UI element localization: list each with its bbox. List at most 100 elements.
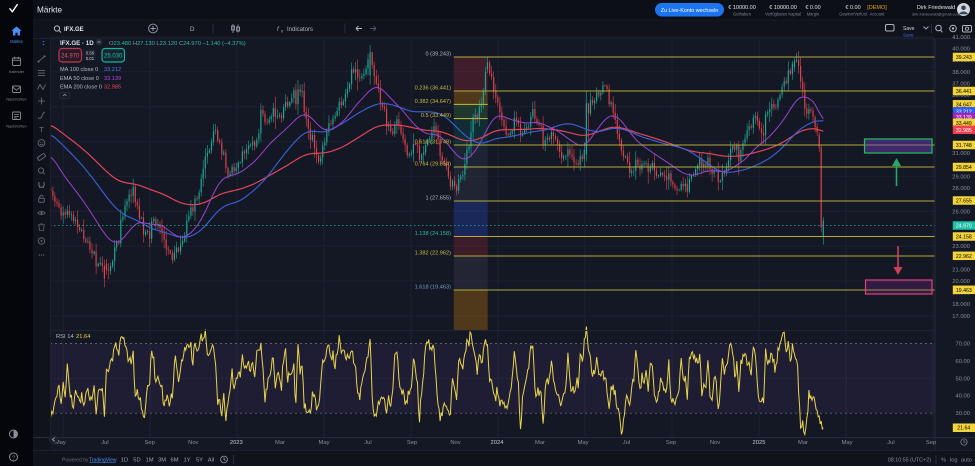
svg-text:1M: 1M — [145, 458, 153, 464]
svg-text:0.236 (36.441): 0.236 (36.441) — [415, 86, 452, 92]
svg-text:33.212: 33.212 — [104, 67, 121, 73]
svg-text:24.158: 24.158 — [956, 235, 972, 241]
svg-text:24.970: 24.970 — [956, 224, 972, 230]
svg-text:5D: 5D — [133, 458, 140, 464]
svg-text:30.00: 30.00 — [955, 411, 970, 417]
svg-text:All: All — [208, 458, 214, 464]
svg-text:Nachrichten: Nachrichten — [6, 98, 26, 102]
svg-text:32.985: 32.985 — [104, 85, 121, 91]
svg-text:Sep: Sep — [926, 440, 936, 446]
svg-text:Powered by: Powered by — [62, 458, 89, 464]
svg-text:24.970: 24.970 — [61, 54, 80, 60]
svg-text:0.01: 0.01 — [86, 56, 95, 61]
svg-text:39.243: 39.243 — [956, 55, 972, 61]
svg-text:1.618 (19.463): 1.618 (19.463) — [415, 285, 452, 291]
svg-text:auto: auto — [961, 458, 972, 464]
svg-text:18.000: 18.000 — [952, 302, 970, 308]
svg-text:Nov: Nov — [450, 440, 460, 446]
svg-text:2025: 2025 — [753, 440, 766, 446]
svg-text:50.00: 50.00 — [955, 376, 970, 382]
svg-text:Dirk Friedewald: Dirk Friedewald — [917, 5, 955, 11]
svg-text:0 (39.243): 0 (39.243) — [426, 52, 452, 58]
svg-text:Kalender: Kalender — [9, 70, 25, 74]
svg-text:Verfügbares Kapital: Verfügbares Kapital — [765, 12, 801, 17]
svg-text:17.000: 17.000 — [952, 314, 970, 320]
svg-text:May: May — [578, 440, 589, 446]
svg-text:Mar: Mar — [798, 440, 808, 446]
svg-text:22.962: 22.962 — [956, 254, 972, 260]
svg-text:€ 0.00: € 0.00 — [845, 5, 860, 11]
svg-text:€ 0.00: € 0.00 — [805, 5, 820, 11]
svg-text:Margin: Margin — [807, 12, 820, 17]
svg-text:Sep: Sep — [145, 440, 155, 446]
svg-text:IFX.GE: IFX.GE — [64, 27, 84, 33]
svg-text:19.463: 19.463 — [956, 288, 972, 294]
svg-text:Nachrichten: Nachrichten — [6, 125, 26, 129]
svg-text:3M: 3M — [158, 458, 166, 464]
svg-text:27.655: 27.655 — [956, 199, 972, 205]
svg-text:0.5 (33.449): 0.5 (33.449) — [421, 113, 451, 119]
svg-text:0.56: 0.56 — [86, 51, 95, 56]
svg-text:2024: 2024 — [491, 440, 505, 446]
svg-text:May: May — [319, 440, 330, 446]
svg-text:1.138 (24.158): 1.138 (24.158) — [415, 231, 452, 237]
svg-text:?: ? — [12, 456, 15, 462]
svg-text:T: T — [39, 125, 44, 134]
svg-text:23.000: 23.000 — [952, 244, 970, 250]
svg-text:€ 10000.00: € 10000.00 — [728, 5, 756, 11]
svg-text:Nov: Nov — [710, 440, 720, 446]
svg-text:0.382 (34.647): 0.382 (34.647) — [415, 99, 452, 105]
svg-text:6M: 6M — [170, 458, 178, 464]
svg-text:Guthaben: Guthaben — [733, 12, 752, 17]
svg-text:40.00: 40.00 — [955, 394, 970, 400]
svg-text:0.618 (31.748): 0.618 (31.748) — [415, 140, 452, 146]
svg-text:Gewinn/Verlust: Gewinn/Verlust — [839, 12, 867, 17]
svg-text:IFX.GE · 1D: IFX.GE · 1D — [60, 40, 94, 47]
svg-text:Save: Save — [903, 26, 915, 32]
svg-text:1Y: 1Y — [183, 458, 190, 464]
svg-text:log: log — [950, 458, 957, 464]
svg-text:08:10:55 (UTC+2): 08:10:55 (UTC+2) — [888, 458, 932, 464]
svg-text:dirk.friedewald@gmail.com: dirk.friedewald@gmail.com — [912, 12, 961, 17]
svg-text:38.000: 38.000 — [952, 70, 970, 76]
svg-text:29.000: 29.000 — [952, 174, 970, 180]
svg-text:2023: 2023 — [230, 440, 243, 446]
svg-text:21.64: 21.64 — [957, 426, 970, 432]
svg-text:RSI 14: RSI 14 — [56, 334, 74, 340]
svg-text:EMA 50 close 0: EMA 50 close 0 — [60, 76, 99, 82]
svg-text:Indicators: Indicators — [287, 27, 313, 33]
svg-text:28.000: 28.000 — [952, 186, 970, 192]
svg-text:5Y: 5Y — [196, 458, 203, 464]
svg-text:41.000: 41.000 — [952, 35, 970, 41]
svg-text:25.030: 25.030 — [104, 54, 123, 60]
svg-text:Zu Live-Konto wechseln: Zu Live-Konto wechseln — [661, 8, 719, 14]
svg-text:%: % — [941, 458, 946, 464]
svg-text:[DEMO]: [DEMO] — [867, 5, 887, 11]
svg-text:40.000: 40.000 — [952, 47, 970, 53]
svg-text:Sep: Sep — [407, 440, 417, 446]
svg-text:29.854: 29.854 — [956, 165, 972, 171]
svg-text:May: May — [842, 440, 853, 446]
svg-text:37.000: 37.000 — [952, 81, 970, 87]
svg-text:70.00: 70.00 — [955, 342, 970, 348]
svg-text:Mar: Mar — [535, 440, 545, 446]
svg-text:26.000: 26.000 — [952, 209, 970, 215]
svg-text:36.441: 36.441 — [956, 89, 972, 95]
svg-text:32.985: 32.985 — [956, 128, 972, 134]
svg-text:Save: Save — [903, 33, 914, 38]
svg-text:1 (27.655): 1 (27.655) — [426, 196, 452, 202]
svg-text:20.000: 20.000 — [952, 279, 970, 285]
svg-text:21.64: 21.64 — [76, 334, 91, 340]
svg-text:O23.480 H27.130 L23.120 C24.97: O23.480 H27.130 L23.120 C24.970 −1.140 (… — [109, 41, 246, 47]
svg-text:Sep: Sep — [666, 440, 676, 446]
svg-text:Jul: Jul — [364, 440, 371, 446]
svg-text:Jul: Jul — [101, 440, 108, 446]
svg-text:31.000: 31.000 — [952, 151, 970, 157]
svg-text:0.764 (29.854): 0.764 (29.854) — [415, 162, 452, 168]
svg-text:MA 100 close 0: MA 100 close 0 — [60, 67, 98, 73]
svg-text:21.000: 21.000 — [952, 267, 970, 273]
svg-text:Märkte: Märkte — [10, 39, 23, 44]
svg-text:Jul: Jul — [887, 440, 894, 446]
svg-text:Account: Account — [870, 12, 886, 17]
svg-text:60.00: 60.00 — [955, 359, 970, 365]
